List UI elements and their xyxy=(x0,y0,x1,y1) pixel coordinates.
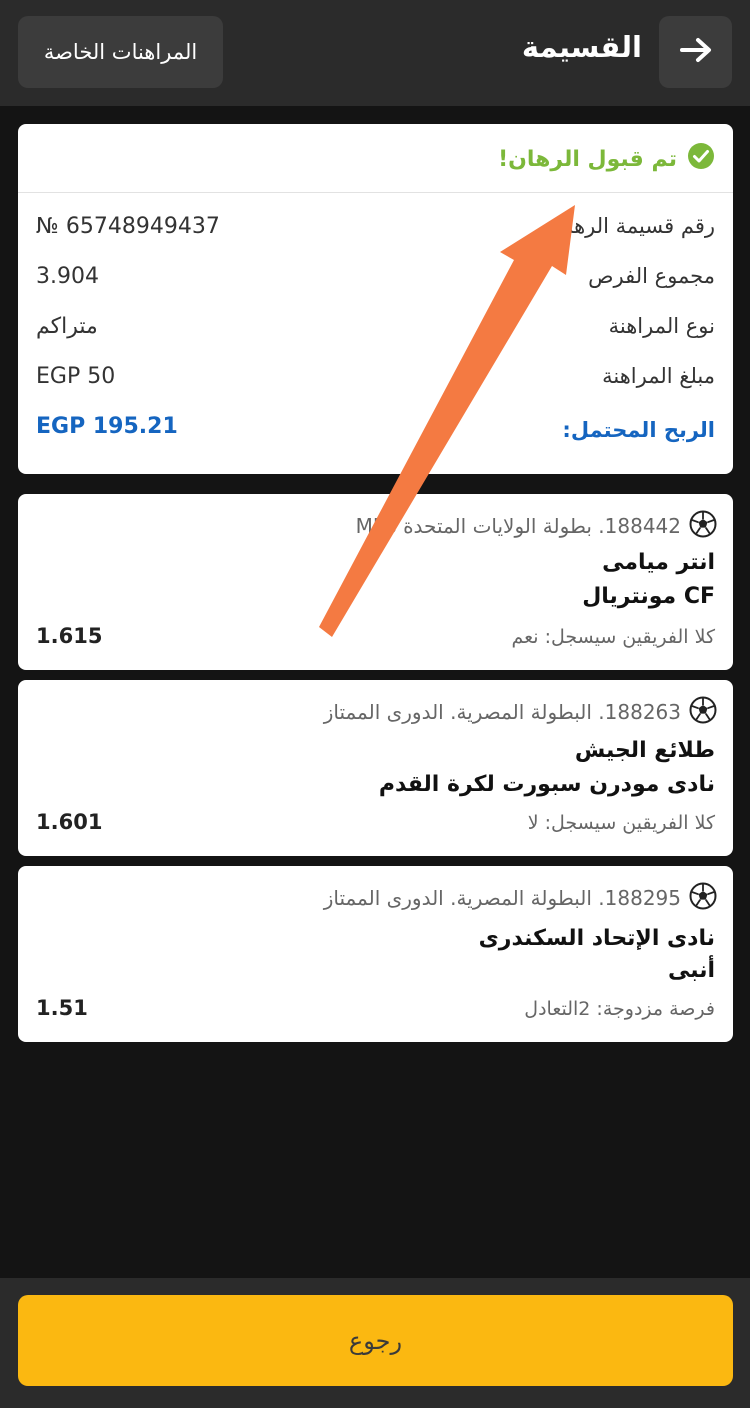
team-away: CF مونتريال xyxy=(582,584,715,609)
top-bar: القسيمة المراهنات الخاصة xyxy=(0,0,750,106)
odd-value: 1.51 xyxy=(36,996,88,1020)
return-button[interactable]: رجوع xyxy=(18,1295,733,1386)
event-card: 188442. بطولة الولايات المتحدة MLS انتر … xyxy=(18,494,733,670)
bet-accepted-status: تم قبول الرهان! xyxy=(498,142,715,176)
league-name: 188263. البطولة المصرية. الدورى الممتاز xyxy=(323,700,681,724)
check-circle-icon xyxy=(687,142,715,176)
coupon-number: № 65748949437 xyxy=(36,214,220,239)
page-title: القسيمة xyxy=(521,30,642,64)
team-home: طلائع الجيش xyxy=(574,738,715,763)
potential-win: EGP 195.21 xyxy=(36,414,178,439)
divider xyxy=(18,192,733,193)
back-button[interactable] xyxy=(659,16,732,88)
market-outcome: فرصة مزدوجة: 2التعادل xyxy=(524,998,715,1020)
coupon-number-row: رقم قسيمة الرهان № 65748949437 xyxy=(18,214,733,250)
stake-amount: EGP 50 xyxy=(36,364,116,389)
market-outcome: كلا الفريقين سيسجل: لا xyxy=(527,812,715,834)
market-outcome: كلا الفريقين سيسجل: نعم xyxy=(511,626,715,648)
team-home: انتر ميامى xyxy=(602,550,715,575)
potential-win-row: الربح المحتمل: EGP 195.21 xyxy=(18,414,733,450)
status-text: تم قبول الرهان! xyxy=(498,146,677,172)
team-home: نادى الإتحاد السكندرى xyxy=(478,926,715,951)
bet-type-row: نوع المراهنة متراكم xyxy=(18,314,733,350)
odd-value: 1.601 xyxy=(36,810,103,834)
stake-row: مبلغ المراهنة EGP 50 xyxy=(18,364,733,400)
row-label: نوع المراهنة xyxy=(608,314,715,338)
team-away: أنبى xyxy=(667,958,715,983)
bet-summary-card: تم قبول الرهان! رقم قسيمة الرهان № 65748… xyxy=(18,124,733,474)
event-card: 188295. البطولة المصرية. الدورى الممتاز … xyxy=(18,866,733,1042)
bet-type: متراكم xyxy=(36,314,98,339)
league-name: 188442. بطولة الولايات المتحدة MLS xyxy=(355,514,681,538)
soccer-ball-icon xyxy=(689,510,717,543)
team-away: نادى مودرن سبورت لكرة القدم xyxy=(378,772,715,797)
my-bets-button[interactable]: المراهنات الخاصة xyxy=(18,16,223,88)
arrow-right-icon xyxy=(679,37,713,67)
league-line: 188442. بطولة الولايات المتحدة MLS xyxy=(356,510,717,542)
row-label: رقم قسيمة الرهان xyxy=(552,214,715,238)
league-line: 188263. البطولة المصرية. الدورى الممتاز xyxy=(324,696,717,728)
total-odds: 3.904 xyxy=(36,264,99,289)
row-label: مبلغ المراهنة xyxy=(602,364,715,388)
soccer-ball-icon xyxy=(689,882,717,915)
row-label: مجموع الفرص xyxy=(588,264,715,288)
row-label: الربح المحتمل: xyxy=(562,418,715,442)
total-odds-row: مجموع الفرص 3.904 xyxy=(18,264,733,300)
odd-value: 1.615 xyxy=(36,624,103,648)
soccer-ball-icon xyxy=(689,696,717,729)
league-line: 188295. البطولة المصرية. الدورى الممتاز xyxy=(324,882,717,914)
league-name: 188295. البطولة المصرية. الدورى الممتاز xyxy=(323,886,681,910)
event-card: 188263. البطولة المصرية. الدورى الممتاز … xyxy=(18,680,733,856)
